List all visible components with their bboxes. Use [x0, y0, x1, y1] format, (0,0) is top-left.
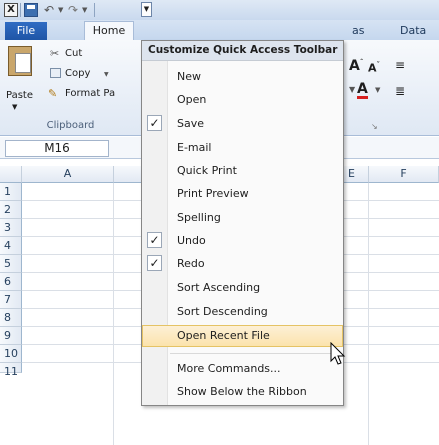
align-left-icon[interactable]: ≣ — [395, 84, 405, 98]
select-all-corner[interactable] — [0, 166, 22, 183]
menu-item-more-commands[interactable]: More Commands... — [142, 359, 343, 379]
row-header[interactable]: 2 — [0, 201, 22, 219]
menu-item-label: New — [177, 70, 201, 83]
menu-item-label: More Commands... — [177, 362, 281, 375]
copy-dropdown-icon[interactable]: ▼ — [104, 71, 109, 78]
menu-item-sort-ascending[interactable]: Sort Ascending — [142, 278, 343, 298]
shrink-font-icon[interactable]: Aˇ — [368, 61, 380, 75]
column-header-e[interactable]: E — [344, 166, 369, 183]
align-icon[interactable]: ≡ — [395, 58, 405, 72]
tab-formulas-partial[interactable]: as — [352, 24, 364, 37]
column-header-f[interactable]: F — [369, 166, 439, 183]
menu-item-sort-descending[interactable]: Sort Descending — [142, 302, 343, 322]
cut-button[interactable]: Cut — [65, 48, 82, 59]
row-header[interactable]: 7 — [0, 291, 22, 309]
undo-dropdown-icon[interactable]: ▼ — [58, 6, 63, 14]
font-color-dropdown-icon[interactable]: ▼ — [375, 86, 380, 94]
redo-icon[interactable]: ↷ — [68, 3, 82, 17]
menu-item-label: Show Below the Ribbon — [177, 385, 307, 398]
qat-separator — [94, 3, 95, 17]
grow-font-icon[interactable]: Aˆ — [349, 58, 363, 74]
row-header[interactable]: 1 — [0, 183, 22, 201]
gridline — [368, 183, 369, 445]
menu-item-save[interactable]: ✓ Save — [142, 114, 343, 134]
save-icon[interactable] — [24, 3, 38, 17]
ribbon-tab-bar — [0, 20, 439, 40]
menu-item-redo[interactable]: ✓ Redo — [142, 254, 343, 274]
tab-data[interactable]: Data — [400, 24, 426, 37]
qat-separator — [20, 3, 21, 17]
redo-dropdown-icon[interactable]: ▼ — [82, 6, 87, 14]
menu-item-label: Spelling — [177, 211, 221, 224]
menu-item-show-below-ribbon[interactable]: Show Below the Ribbon — [142, 382, 343, 402]
clipboard-group-label: Clipboard — [46, 120, 95, 131]
mouse-cursor-icon — [330, 342, 346, 365]
menu-title: Customize Quick Access Toolbar — [142, 41, 343, 61]
menu-item-new[interactable]: New — [142, 67, 343, 87]
tab-home[interactable]: Home — [84, 21, 134, 40]
menu-item-print-preview[interactable]: Print Preview — [142, 184, 343, 204]
menu-item-label: Open — [177, 93, 207, 106]
checkmark-icon: ✓ — [147, 255, 162, 271]
column-header-a[interactable]: A — [22, 166, 114, 183]
format-painter-button[interactable]: Format Pa — [65, 88, 115, 99]
gridline — [113, 183, 114, 445]
menu-item-label: Undo — [177, 234, 206, 247]
menu-item-label: Save — [177, 117, 205, 130]
menu-item-open[interactable]: Open — [142, 90, 343, 110]
menu-item-label: Sort Ascending — [177, 281, 261, 294]
excel-app-icon[interactable]: X — [4, 3, 18, 17]
name-box[interactable]: M16 — [5, 140, 109, 157]
checkmark-icon: ✓ — [147, 232, 162, 248]
copy-icon — [50, 68, 61, 78]
menu-item-label: Sort Descending — [177, 305, 268, 318]
row-header[interactable]: 6 — [0, 273, 22, 291]
checkmark-icon: ✓ — [147, 115, 162, 131]
menu-item-label: Quick Print — [177, 164, 237, 177]
font-color-icon[interactable]: A — [357, 82, 368, 99]
column-header-b[interactable] — [114, 166, 142, 183]
quick-access-toolbar — [0, 0, 439, 20]
row-header[interactable]: 5 — [0, 255, 22, 273]
customize-qat-button[interactable]: ▼ — [141, 2, 152, 17]
row-header[interactable]: 4 — [0, 237, 22, 255]
menu-item-email[interactable]: E-mail — [142, 138, 343, 158]
menu-item-open-recent-file[interactable]: Open Recent File — [142, 325, 343, 347]
row-header[interactable]: 10 — [0, 345, 22, 363]
cut-icon: ✂ — [50, 47, 60, 60]
menu-separator — [170, 353, 340, 354]
menu-item-undo[interactable]: ✓ Undo — [142, 231, 343, 251]
paste-button[interactable]: Paste — [6, 90, 33, 101]
format-painter-icon: ✎ — [48, 87, 58, 100]
menu-item-quick-print[interactable]: Quick Print — [142, 161, 343, 181]
dialog-launcher-icon[interactable]: ↘ — [371, 122, 378, 131]
tab-file[interactable]: File — [5, 22, 47, 40]
copy-button[interactable]: Copy — [65, 68, 90, 79]
menu-item-label: Print Preview — [177, 187, 249, 200]
menu-item-label: E-mail — [177, 141, 212, 154]
dropdown-icon[interactable]: ▼ — [349, 85, 355, 94]
row-header[interactable]: 9 — [0, 327, 22, 345]
undo-icon[interactable]: ↶ — [44, 3, 58, 17]
menu-item-label: Open Recent File — [177, 329, 270, 342]
menu-item-spelling[interactable]: Spelling — [142, 208, 343, 228]
row-header[interactable]: 11 — [0, 363, 22, 378]
row-header[interactable]: 3 — [0, 219, 22, 237]
paste-dropdown-icon[interactable]: ▼ — [12, 103, 17, 111]
menu-item-label: Redo — [177, 257, 205, 270]
paste-icon[interactable] — [8, 46, 32, 76]
row-header[interactable]: 8 — [0, 309, 22, 327]
